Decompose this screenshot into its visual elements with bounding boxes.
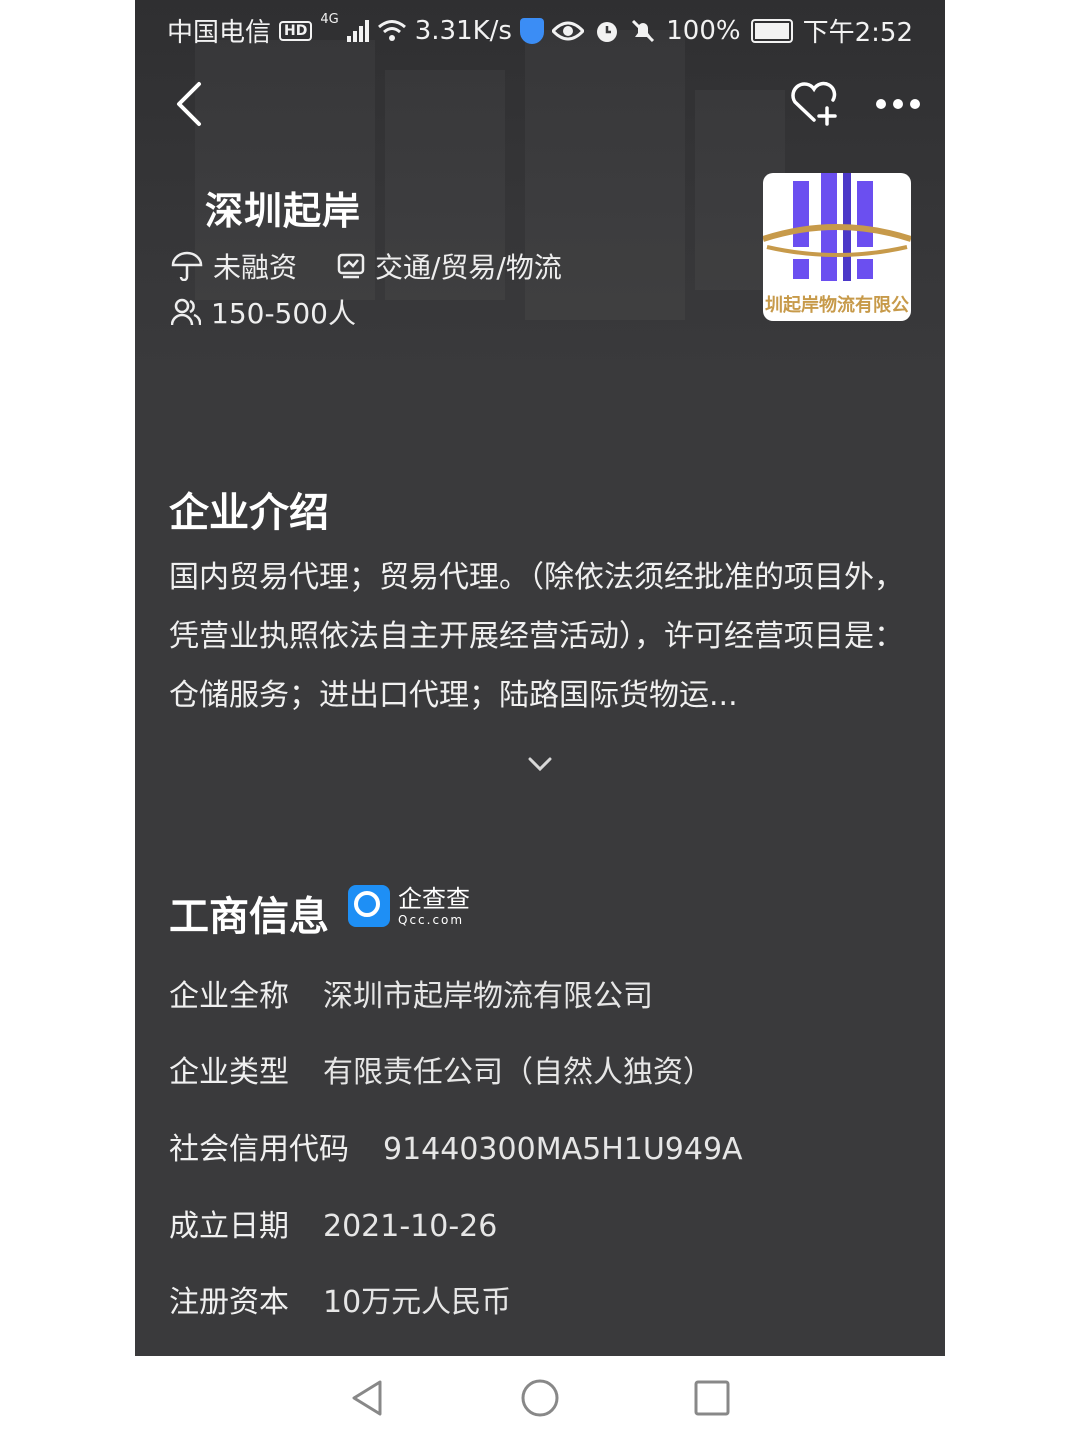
info-row-full-name: 企业全称 深圳市起岸物流有限公司	[169, 971, 653, 1015]
info-row-type: 企业类型 有限责任公司（自然人独资）	[169, 1047, 713, 1091]
funding-status: 未融资	[213, 251, 298, 284]
status-bar: 中国电信 HD 4G 3.31K/s 100% 下午2:52	[135, 0, 945, 56]
chevron-down-icon[interactable]	[526, 750, 554, 778]
logo-mark	[763, 173, 911, 281]
info-value: 91440300MA5H1U949A	[383, 1132, 743, 1167]
mute-bell-icon	[632, 19, 655, 42]
eye-icon	[552, 21, 585, 40]
people-icon	[171, 298, 201, 326]
clock-time: 下午2:52	[802, 18, 913, 48]
funding-meta: 未融资	[171, 246, 297, 286]
info-label: 注册资本	[169, 1285, 289, 1320]
intro-text: 国内贸易代理；贸易代理。（除依法须经批准的项目外，凭营业执照依法自主开展经营活动…	[169, 560, 904, 713]
logo-wordmark: 圳起岸物流有限公	[765, 295, 909, 316]
battery-percent: 100%	[666, 15, 741, 46]
carrier-label: 中国电信	[167, 18, 272, 48]
chart-box-icon	[337, 253, 365, 279]
network-type: 4G	[320, 12, 339, 27]
info-row-capital: 注册资本 10万元人民币	[169, 1277, 511, 1321]
umbrella-icon	[171, 251, 203, 281]
qcc-source[interactable]: 企查查 Qcc.com	[348, 885, 470, 927]
industry-meta: 交通/贸易/物流	[337, 246, 562, 286]
info-label: 社会信用代码	[169, 1132, 349, 1167]
info-value: 深圳市起岸物流有限公司	[323, 979, 653, 1014]
company-size: 150-500人	[211, 297, 356, 330]
system-nav-bar	[0, 1356, 1080, 1439]
shield-icon	[519, 17, 544, 44]
favorite-add-icon[interactable]	[789, 80, 839, 126]
alarm-icon	[597, 21, 618, 42]
info-row-credit-code: 社会信用代码 91440300MA5H1U949A	[169, 1124, 743, 1168]
signal-icon	[346, 19, 369, 42]
qcc-logo-icon	[348, 885, 390, 927]
info-value: 2021-10-26	[323, 1209, 498, 1244]
size-meta: 150-500人	[171, 292, 356, 332]
info-value: 有限责任公司（自然人独资）	[323, 1055, 713, 1090]
business-info-title: 工商信息	[169, 894, 329, 940]
info-label: 企业全称	[169, 979, 289, 1014]
wifi-icon	[377, 19, 406, 41]
qcc-domain: Qcc.com	[398, 912, 465, 927]
intro-title: 企业介绍	[169, 490, 329, 536]
more-icon[interactable]	[875, 92, 921, 116]
app-screen: 中国电信 HD 4G 3.31K/s 100% 下午2:52 深圳起岸 未融资 …	[135, 0, 945, 1356]
nav-recents-square-icon[interactable]	[690, 1376, 734, 1420]
network-speed: 3.31K/s	[414, 15, 512, 46]
nav-home-circle-icon[interactable]	[518, 1376, 562, 1420]
industry-label: 交通/贸易/物流	[375, 251, 562, 284]
info-label: 企业类型	[169, 1055, 289, 1090]
back-icon[interactable]	[171, 78, 211, 130]
info-value: 10万元人民币	[323, 1285, 512, 1320]
nav-back-triangle-icon[interactable]	[346, 1376, 390, 1420]
info-label: 成立日期	[169, 1209, 289, 1244]
qcc-name: 企查查	[398, 884, 470, 913]
info-row-founded: 成立日期 2021-10-26	[169, 1201, 497, 1245]
company-logo: 圳起岸物流有限公	[763, 173, 911, 321]
company-name: 深圳起岸	[205, 189, 362, 233]
hd-badge: HD	[279, 20, 313, 41]
battery-icon	[750, 18, 793, 43]
